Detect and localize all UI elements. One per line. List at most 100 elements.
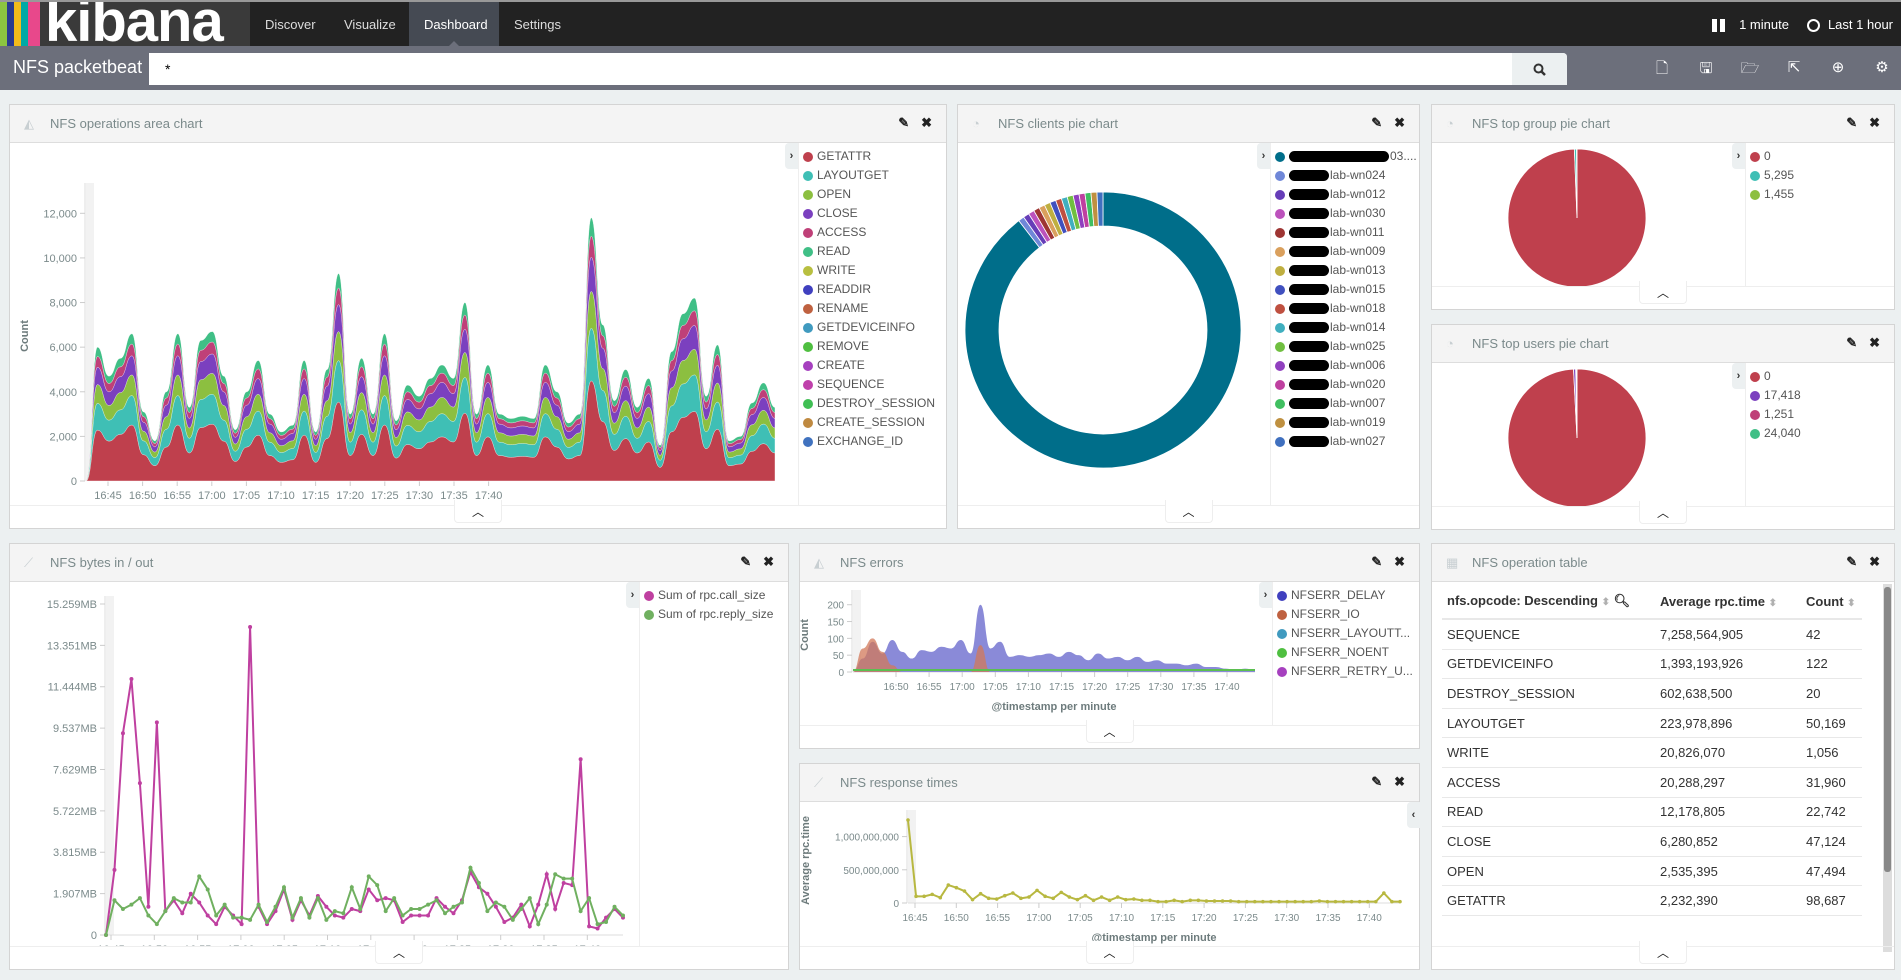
table-cell[interactable]: SEQUENCE xyxy=(1442,627,1660,642)
legend-item[interactable]: 24,040 xyxy=(1746,424,1895,443)
table-cell[interactable]: GETATTR xyxy=(1442,893,1660,908)
collapse-chevron[interactable]: ︿ xyxy=(1639,281,1687,304)
column-header-count[interactable]: Count ⬍ xyxy=(1806,594,1862,609)
legend-item[interactable]: READ xyxy=(799,242,946,261)
table-cell[interactable]: ACCESS xyxy=(1442,775,1660,790)
refresh-interval[interactable]: 1 minute xyxy=(1739,2,1789,48)
legend-item[interactable]: CREATE_SESSION xyxy=(799,413,946,432)
edit-pencil-icon[interactable]: ✎ xyxy=(898,115,909,131)
edit-pencil-icon[interactable]: ✎ xyxy=(740,554,751,570)
legend-toggle[interactable]: ‹ xyxy=(1407,802,1420,828)
nav-tab-visualize[interactable]: Visualize xyxy=(329,2,411,48)
legend-toggle[interactable]: › xyxy=(1257,143,1270,169)
collapse-chevron[interactable]: ︿ xyxy=(454,500,502,523)
legend-item[interactable]: lab-wn006 xyxy=(1271,356,1420,375)
close-icon[interactable]: ✖ xyxy=(763,554,774,570)
collapse-chevron[interactable]: ︿ xyxy=(1164,500,1213,523)
legend-item[interactable]: RENAME xyxy=(799,299,946,318)
legend-item[interactable]: CLOSE xyxy=(799,204,946,223)
pause-icon[interactable] xyxy=(1712,18,1726,32)
legend-item[interactable]: EXCHANGE_ID xyxy=(799,432,946,451)
legend-item[interactable]: lab-wn025 xyxy=(1271,337,1420,356)
collapse-chevron[interactable]: ︿ xyxy=(1639,501,1687,524)
legend-item[interactable]: READDIR xyxy=(799,280,946,299)
open-folder-icon[interactable]: 🗁 xyxy=(1728,58,1772,83)
save-icon[interactable]: 🖫 xyxy=(1684,58,1728,83)
legend-item[interactable]: lab-wn007 xyxy=(1271,394,1420,413)
legend-item[interactable]: lab-wn012 xyxy=(1271,185,1420,204)
table-cell[interactable]: LAYOUTGET xyxy=(1442,716,1660,731)
legend-item[interactable]: LAYOUTGET xyxy=(799,166,946,185)
close-icon[interactable]: ✖ xyxy=(1869,554,1880,570)
share-icon[interactable]: ⇱ xyxy=(1772,58,1816,83)
search-button[interactable] xyxy=(1512,53,1567,85)
sort-icon[interactable]: ⬍ xyxy=(1602,597,1610,608)
legend-item[interactable]: 1,455 xyxy=(1746,185,1895,204)
legend-item[interactable]: lab-wn018 xyxy=(1271,299,1420,318)
legend-item[interactable]: 03.... xyxy=(1271,147,1420,166)
legend-item[interactable]: DESTROY_SESSION xyxy=(799,394,946,413)
sort-icon[interactable]: ⬍ xyxy=(1847,598,1855,609)
legend-item[interactable]: GETDEVICEINFO xyxy=(799,318,946,337)
legend-item[interactable]: 17,418 xyxy=(1746,386,1895,405)
nav-tab-dashboard[interactable]: Dashboard xyxy=(409,2,499,48)
legend-toggle[interactable]: › xyxy=(1732,363,1745,389)
legend-toggle[interactable]: › xyxy=(785,143,798,169)
legend-item[interactable]: REMOVE xyxy=(799,337,946,356)
sort-icon[interactable]: ⬍ xyxy=(1769,598,1777,609)
legend-item[interactable]: NFSERR_LAYOUTT... xyxy=(1273,624,1420,643)
legend-item[interactable]: lab-wn024 xyxy=(1271,166,1420,185)
new-dashboard-icon[interactable]: 🗋 xyxy=(1640,58,1684,83)
table-cell[interactable]: GETDEVICEINFO xyxy=(1442,656,1660,671)
table-cell[interactable]: WRITE xyxy=(1442,745,1660,760)
legend-item[interactable]: SEQUENCE xyxy=(799,375,946,394)
settings-gear-icon[interactable]: ⚙ xyxy=(1860,58,1901,83)
close-icon[interactable]: ✖ xyxy=(1869,115,1880,131)
column-header-avg-rpc-time[interactable]: Average rpc.time ⬍ xyxy=(1660,594,1806,609)
legend-item[interactable]: lab-wn019 xyxy=(1271,413,1420,432)
legend-item[interactable]: 5,295 xyxy=(1746,166,1895,185)
time-range[interactable]: Last 1 hour xyxy=(1828,2,1893,48)
scrollbar-thumb[interactable] xyxy=(1884,587,1891,872)
edit-pencil-icon[interactable]: ✎ xyxy=(1371,554,1382,570)
close-icon[interactable]: ✖ xyxy=(1394,115,1405,131)
legend-item[interactable]: lab-wn027 xyxy=(1271,432,1420,451)
close-icon[interactable]: ✖ xyxy=(1869,335,1880,351)
legend-item[interactable]: NFSERR_NOENT xyxy=(1273,643,1420,662)
legend-item[interactable]: lab-wn014 xyxy=(1271,318,1420,337)
table-cell[interactable]: CLOSE xyxy=(1442,834,1660,849)
close-icon[interactable]: ✖ xyxy=(1394,554,1405,570)
legend-item[interactable]: lab-wn013 xyxy=(1271,261,1420,280)
legend-toggle[interactable]: › xyxy=(1732,143,1745,169)
table-cell[interactable]: READ xyxy=(1442,804,1660,819)
table-cell[interactable]: OPEN xyxy=(1442,864,1660,879)
legend-item[interactable]: 0 xyxy=(1746,147,1895,166)
legend-item[interactable]: lab-wn015 xyxy=(1271,280,1420,299)
legend-item[interactable]: lab-wn009 xyxy=(1271,242,1420,261)
legend-item[interactable]: lab-wn011 xyxy=(1271,223,1420,242)
table-cell[interactable]: DESTROY_SESSION xyxy=(1442,686,1660,701)
legend-item[interactable]: Sum of rpc.reply_size xyxy=(640,605,789,624)
legend-item[interactable]: ACCESS xyxy=(799,223,946,242)
collapse-chevron[interactable]: ︿ xyxy=(375,941,423,964)
legend-item[interactable]: GETATTR xyxy=(799,147,946,166)
legend-item[interactable]: NFSERR_IO xyxy=(1273,605,1420,624)
nav-tab-settings[interactable]: Settings xyxy=(499,2,576,48)
edit-pencil-icon[interactable]: ✎ xyxy=(1371,774,1382,790)
legend-item[interactable]: NFSERR_RETRY_U... xyxy=(1273,662,1420,681)
legend-toggle[interactable]: › xyxy=(626,582,639,608)
add-visualization-icon[interactable]: ⊕ xyxy=(1816,58,1860,83)
close-icon[interactable]: ✖ xyxy=(921,115,932,131)
search-input[interactable] xyxy=(149,53,1519,85)
filter-search-icon[interactable]: 🔍︎ xyxy=(1614,593,1631,608)
legend-item[interactable]: WRITE xyxy=(799,261,946,280)
edit-pencil-icon[interactable]: ✎ xyxy=(1846,554,1857,570)
edit-pencil-icon[interactable]: ✎ xyxy=(1846,115,1857,131)
collapse-chevron[interactable]: ︿ xyxy=(1639,941,1687,964)
legend-item[interactable]: 0 xyxy=(1746,367,1895,386)
legend-item[interactable]: Sum of rpc.call_size xyxy=(640,586,789,605)
edit-pencil-icon[interactable]: ✎ xyxy=(1846,335,1857,351)
legend-item[interactable]: 1,251 xyxy=(1746,405,1895,424)
column-header-opcode[interactable]: nfs.opcode: Descending ⬍ 🔍︎ xyxy=(1442,593,1660,609)
legend-item[interactable]: lab-wn030 xyxy=(1271,204,1420,223)
